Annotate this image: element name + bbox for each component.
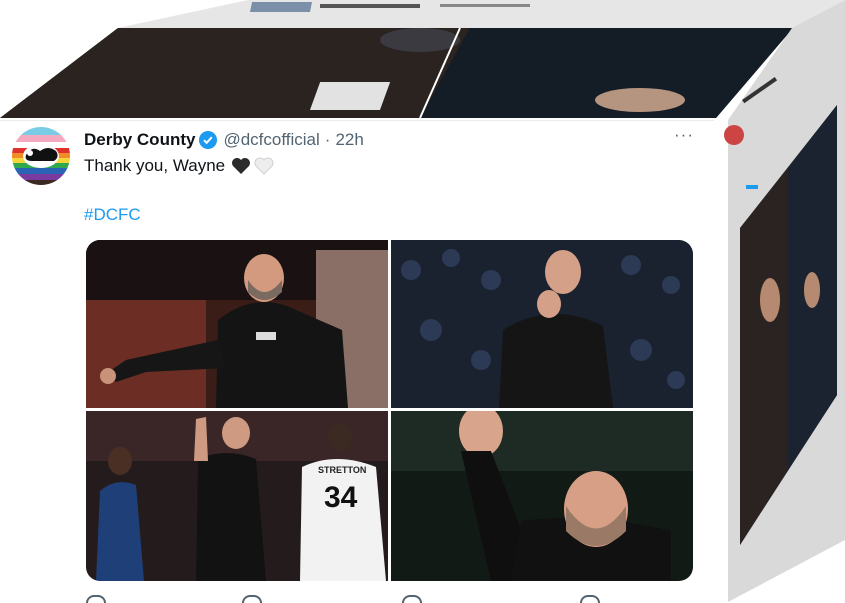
user-handle[interactable]: @dcfcofficial <box>223 130 319 150</box>
photo-3[interactable]: STRETTON 34 <box>86 411 388 581</box>
cube-right-face <box>724 0 845 602</box>
white-heart-icon <box>254 157 274 175</box>
shirt-number: 34 <box>324 481 358 514</box>
photo-grid: STRETTON 34 <box>86 240 693 581</box>
verified-badge-icon <box>199 131 218 149</box>
tweet-text-line: Thank you, Wayne <box>84 155 274 177</box>
hashtag-link[interactable]: #DCFC <box>84 205 141 225</box>
tweet-text: Thank you, Wayne <box>84 156 226 175</box>
shirt-name: STRETTON <box>318 465 366 475</box>
black-heart-icon <box>231 157 251 175</box>
tweet-header: Derby County @dcfcofficial · 22h <box>84 129 364 151</box>
tweet-card[interactable]: Derby County @dcfcofficial · 22h ··· Tha… <box>0 120 714 603</box>
more-options-icon[interactable]: ··· <box>672 125 696 147</box>
separator-dot: · <box>324 130 331 149</box>
photo-4[interactable] <box>391 411 693 581</box>
display-name[interactable]: Derby County <box>84 130 195 150</box>
rainbow-ram-logo-avatar[interactable] <box>12 127 70 185</box>
photo-1[interactable] <box>86 240 388 408</box>
tweet-timestamp[interactable]: 22h <box>335 130 363 150</box>
rainbow-ram-logo <box>12 127 70 185</box>
photo-2[interactable] <box>391 240 693 408</box>
